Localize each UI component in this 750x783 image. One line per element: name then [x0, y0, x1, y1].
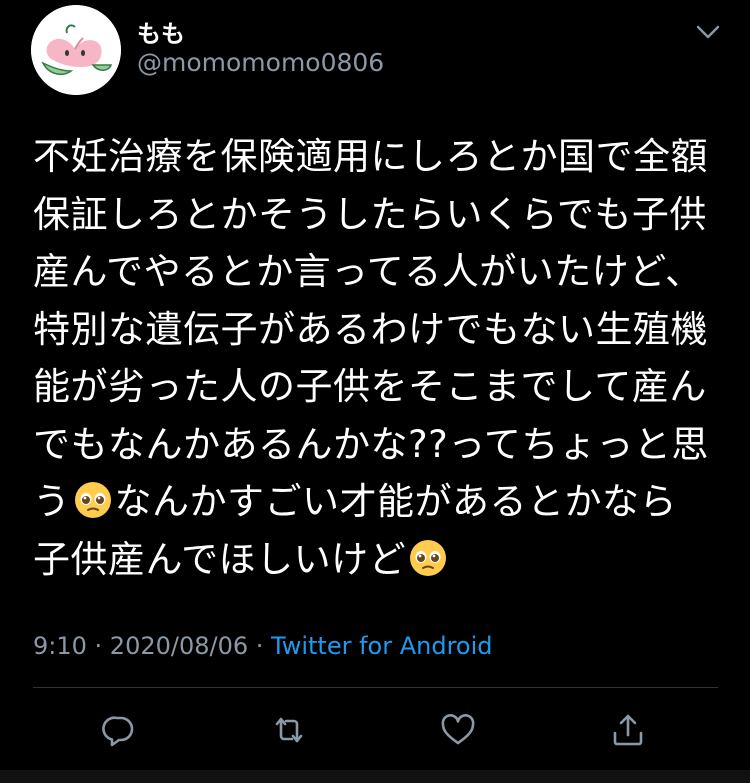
meta-separator: · [86, 632, 110, 660]
reply-icon[interactable] [99, 710, 139, 750]
tweet-time: 9:10 [33, 632, 87, 660]
user-handle[interactable]: @momomomo0806 [137, 48, 384, 77]
tweet-line: 能が劣った人の子供をそこまでして産ん [33, 365, 707, 408]
meta-separator: · [248, 632, 272, 660]
tweet-line: 不妊治療を保険適用にしろとか国で全額 [33, 135, 708, 178]
retweet-icon[interactable] [269, 710, 309, 750]
display-name[interactable]: もも [137, 14, 185, 49]
tweet-card: もも @momomomo0806 不妊治療を保険適用にしろとか国で全額 保証しろ… [0, 0, 750, 783]
tweet-line: なんかすごい才能があるとかなら [114, 480, 677, 523]
pleading-face-icon [73, 480, 113, 520]
like-icon[interactable] [438, 710, 478, 750]
chevron-down-icon[interactable] [694, 18, 722, 46]
tweet-line: 特別な遺伝子があるわけでもない生殖機 [33, 307, 708, 351]
bottom-bar [0, 770, 750, 783]
action-bar [0, 710, 750, 750]
tweet-date[interactable]: 2020/08/06 [110, 632, 248, 660]
tweet-line: 子供産んでほしいけど [33, 537, 407, 581]
divider [33, 687, 718, 688]
share-icon[interactable] [608, 710, 648, 750]
tweet-line: でもなんかあるんかな??ってちょっと思 [33, 422, 709, 466]
tweet-text: 不妊治療を保険適用にしろとか国で全額 保証しろとかそうしたらいくらでも子供 産ん… [33, 128, 723, 588]
tweet-source-link[interactable]: Twitter for Android [271, 632, 492, 660]
tweet-line: う [33, 480, 71, 523]
tweet-line: 保証しろとかそうしたらいくらでも子供 [33, 192, 707, 236]
pleading-face-icon [408, 538, 448, 578]
peach-avatar-icon[interactable] [31, 5, 121, 95]
tweet-line: 産んでやるとか言ってる人がいたけど、 [33, 250, 703, 293]
tweet-meta: 9:10 · 2020/08/06 · Twitter for Android [33, 632, 493, 660]
